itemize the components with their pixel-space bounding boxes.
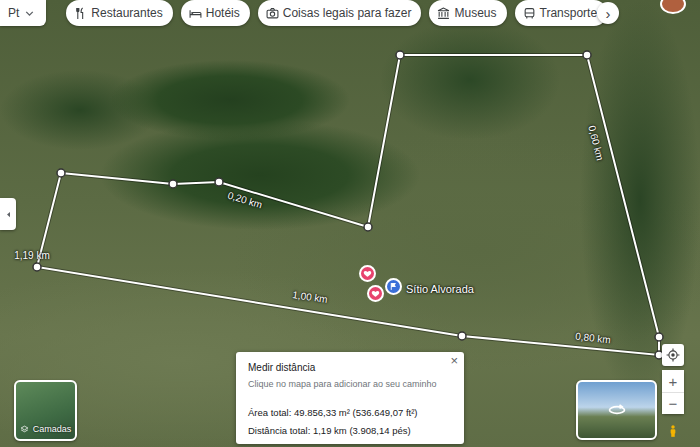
- zoom-control: +−: [662, 370, 684, 414]
- distance-label: 0,20 km: [226, 188, 264, 213]
- measure-point[interactable]: [364, 223, 372, 231]
- fork-knife-icon: [74, 7, 87, 20]
- layers-icon: [20, 425, 29, 434]
- museum-icon: [437, 7, 450, 20]
- close-button[interactable]: ×: [450, 354, 458, 367]
- measure-point[interactable]: [57, 169, 65, 177]
- layers-label-row: Camadas: [16, 423, 75, 437]
- language-label: Pt: [8, 4, 19, 22]
- category-label: Coisas legais para fazer: [283, 4, 412, 22]
- categories-next-button[interactable]: ›: [597, 2, 619, 24]
- category-label: Transporte: [540, 4, 598, 22]
- zoom-in-button[interactable]: +: [662, 370, 684, 392]
- measure-point[interactable]: [583, 51, 591, 59]
- category-bar: Pt Restaurantes Hotéis Coisas legais para f…: [0, 0, 700, 26]
- camera-icon: [266, 7, 279, 20]
- category-chip[interactable]: Hotéis: [181, 0, 250, 26]
- measure-point[interactable]: [396, 51, 404, 59]
- distance-total: Distância total: 1,19 km (3.908,14 pés): [248, 424, 452, 438]
- bed-icon: [189, 7, 202, 20]
- location-target-icon: [666, 348, 680, 362]
- dropdown-arrow-icon: [23, 7, 36, 20]
- saved-place-pin[interactable]: [359, 265, 376, 282]
- heart-icon: [363, 269, 372, 278]
- pegman-button[interactable]: [662, 420, 684, 442]
- collapse-arrow-icon: [4, 210, 13, 219]
- flag-icon: [389, 282, 398, 291]
- category-label: Museus: [454, 4, 496, 22]
- measure-panel: Medir distância Clique no mapa para adici…: [236, 352, 464, 444]
- category-chip[interactable]: Restaurantes: [66, 0, 172, 26]
- rotate-360-icon: [607, 400, 627, 420]
- measure-hint: Clique no mapa para adicionar ao seu cam…: [248, 378, 452, 392]
- distance-label: 1,00 km: [291, 287, 328, 307]
- measure-point[interactable]: [169, 180, 177, 188]
- measure-point[interactable]: [215, 178, 223, 186]
- distance-label: 1,19 km: [14, 248, 50, 263]
- layers-label: Camadas: [33, 423, 72, 437]
- place-flag-pin[interactable]: [385, 278, 402, 295]
- measure-point[interactable]: [33, 263, 41, 271]
- account-avatar[interactable]: [660, 0, 686, 14]
- bus-icon: [523, 7, 536, 20]
- area-total: Área total: 49.856,33 m² (536.649,07 ft²…: [248, 406, 452, 420]
- category-chip[interactable]: Museus: [429, 0, 506, 26]
- language-chip[interactable]: Pt: [0, 0, 46, 26]
- measure-point[interactable]: [458, 332, 466, 340]
- side-panel-toggle[interactable]: [0, 198, 16, 230]
- saved-place-pin[interactable]: [367, 285, 384, 302]
- pegman-icon: [666, 423, 680, 439]
- distance-label: 0,80 km: [575, 329, 612, 348]
- my-location-button[interactable]: [662, 344, 684, 366]
- heart-icon: [371, 289, 380, 298]
- category-label: Hotéis: [206, 4, 240, 22]
- category-label: Restaurantes: [91, 4, 162, 22]
- category-chip[interactable]: Coisas legais para fazer: [258, 0, 422, 26]
- measure-title: Medir distância: [248, 360, 452, 375]
- layers-button[interactable]: Camadas: [14, 380, 77, 441]
- zoom-out-button[interactable]: −: [662, 392, 684, 414]
- category-chip[interactable]: Transporte: [515, 0, 608, 26]
- place-label[interactable]: Sítio Alvorada: [406, 281, 474, 298]
- map[interactable]: 0,20 km1,19 km1,00 km0,80 km0,60 kmSítio…: [0, 0, 700, 447]
- measure-point[interactable]: [655, 333, 663, 341]
- street-view-preview[interactable]: [576, 380, 657, 440]
